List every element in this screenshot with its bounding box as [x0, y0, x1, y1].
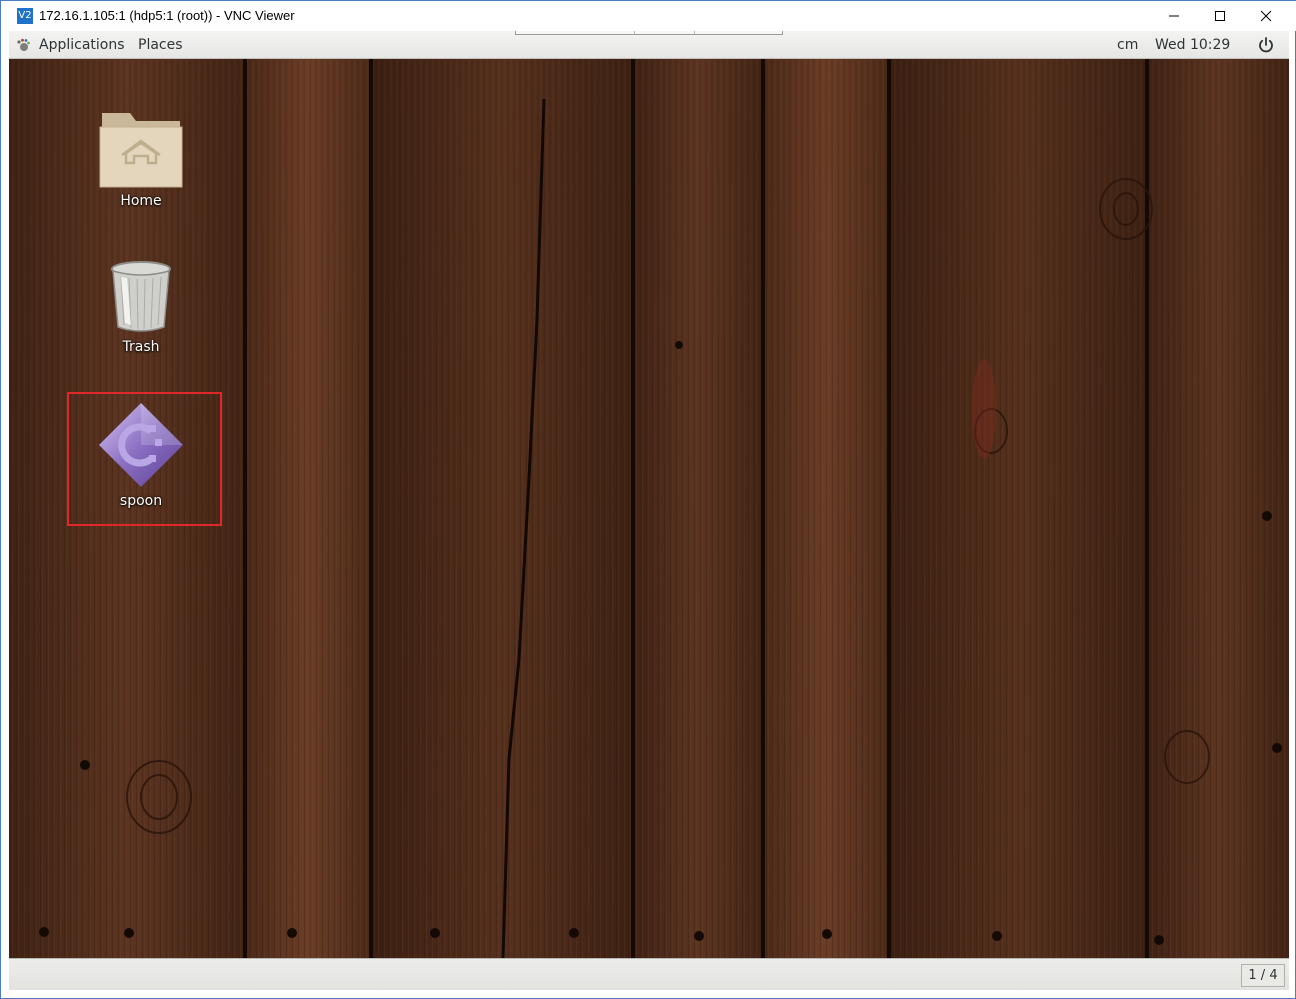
home-desktop-icon[interactable]: Home — [81, 105, 201, 209]
close-icon — [1260, 10, 1272, 22]
places-menu[interactable]: Places — [138, 31, 183, 59]
applications-label: Applications — [39, 37, 125, 53]
toolbar-divider — [634, 31, 635, 34]
trash-icon-label: Trash — [122, 339, 160, 355]
minimize-button[interactable] — [1151, 1, 1197, 31]
applications-menu[interactable]: Applications — [15, 31, 125, 59]
toolbar-divider — [694, 31, 695, 34]
gnome-foot-icon — [17, 38, 30, 51]
maximize-icon — [1215, 11, 1225, 21]
clock[interactable]: Wed 10:29 — [1155, 31, 1230, 59]
maximize-button[interactable] — [1197, 1, 1243, 31]
power-icon[interactable] — [1257, 36, 1275, 54]
user-label: cm — [1117, 37, 1139, 53]
vnc-toolbar-handle[interactable] — [515, 31, 783, 35]
home-folder-icon — [99, 113, 183, 188]
window-title: 172.16.1.105:1 (hdp5:1 (root)) - VNC Vie… — [39, 8, 295, 23]
user-menu[interactable]: cm — [1117, 31, 1138, 59]
gnome-bottom-panel: 1 / 4 — [9, 958, 1289, 990]
vnc-app-icon: V2 — [17, 8, 33, 24]
window-title-bar[interactable]: V2 172.16.1.105:1 (hdp5:1 (root)) - VNC … — [1, 1, 1296, 31]
close-button[interactable] — [1243, 1, 1289, 31]
trash-desktop-icon[interactable]: Trash — [81, 259, 201, 355]
minimize-icon — [1169, 15, 1179, 17]
trash-icon — [111, 261, 171, 332]
workspace-switcher[interactable]: 1 / 4 — [1241, 964, 1285, 987]
home-icon-label: Home — [120, 193, 162, 209]
gnome-top-panel: Applications Places cm Wed 10:29 — [9, 31, 1289, 59]
clock-label: Wed 10:29 — [1155, 37, 1231, 53]
annotation-highlight-box — [67, 392, 222, 526]
places-label: Places — [138, 37, 183, 53]
vnc-viewer-window: V2 172.16.1.105:1 (hdp5:1 (root)) - VNC … — [0, 0, 1296, 999]
desktop[interactable]: Home Trash spoon — [9, 59, 1289, 958]
